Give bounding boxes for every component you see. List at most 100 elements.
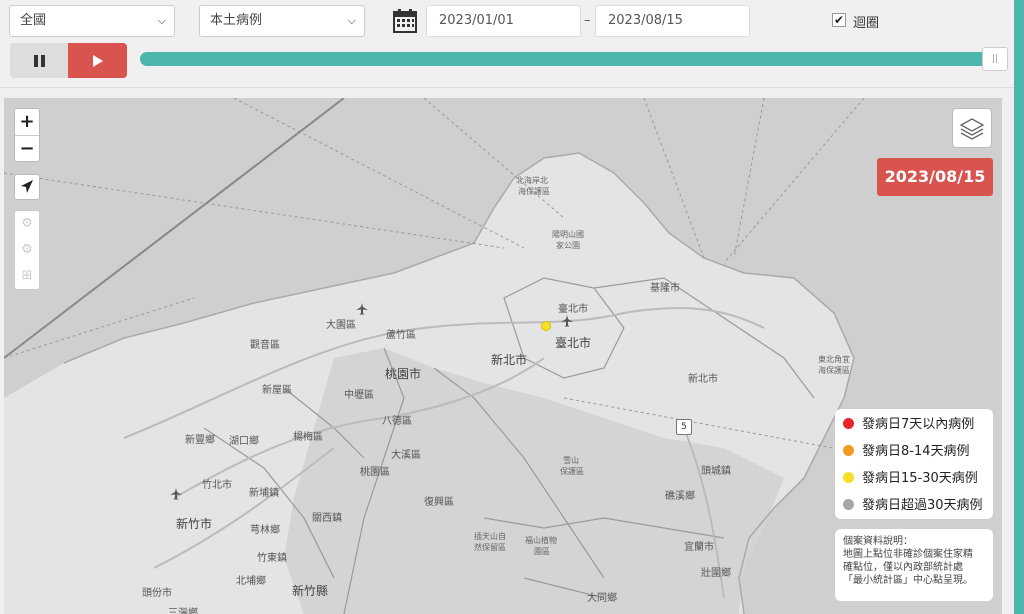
legend: 發病日7天以內病例 發病日8-14天病例 發病日15-30天病例 發病日超過30… [835,409,993,519]
pause-icon [34,55,45,67]
label-qionglin: 芎林鄉 [250,525,280,536]
label-northeast-1: 東北角宜 [818,355,850,364]
crop-icon[interactable]: ⊞ [15,263,39,289]
label-northeast-2: 海保護區 [818,366,850,375]
gears-icon[interactable]: ⚙ [15,237,39,263]
label-yilan-city: 宜蘭市 [684,542,714,553]
airport-icon [561,315,573,327]
airport-icon [356,303,368,315]
locate-button[interactable] [14,174,40,200]
legend-dot-red [843,418,854,429]
region-select[interactable]: 全國 ⌵ [9,5,175,37]
note-line: 地圖上點位非確診個案住家精 [843,549,973,560]
layers-button[interactable] [952,108,992,148]
label-xueshan-2: 保護區 [560,467,584,476]
label-keelung: 基隆市 [650,283,680,294]
label-chatian-2: 然保留區 [474,543,506,552]
map-view[interactable]: 新北市 臺北市 臺北市 桃園市 基隆市 新北市 桃園區 大園區 蘆竹區 觀音區 … [4,98,1002,614]
start-date-value: 2023/01/01 [439,13,514,28]
label-datong: 大同鄉 [587,593,617,604]
control-bar: 全國 ⌵ 本土病例 ⌵ 2023/01/01 – 2023/08/15 ✔ 迴圈 [0,0,1016,88]
legend-item: 發病日7天以內病例 [843,415,974,435]
label-zhuangwei: 壯圍鄉 [701,568,731,579]
label-new-taipei: 新北市 [491,353,528,367]
highway-shield: 5 [676,419,692,435]
page-edge-strip [1014,0,1024,614]
label-sanwan: 三灣鄉 [168,608,198,614]
end-date-value: 2023/08/15 [608,13,683,28]
label-dayuan: 大園區 [326,320,356,331]
label-zhongli: 中壢區 [344,390,374,401]
start-date-input[interactable]: 2023/01/01 [426,5,581,37]
label-taoyuan-city: 桃園市 [385,367,422,381]
note-line: 個案資料說明： [843,536,913,547]
label-taipei-city-top: 臺北市 [558,304,588,315]
legend-item: 發病日8-14天病例 [843,442,970,462]
label-toucheng: 頭城鎮 [701,466,731,477]
date-separator: – [584,13,591,28]
label-yangming-1: 陽明山國 [552,230,584,239]
label-yangmei: 楊梅區 [293,432,323,443]
gear-icon[interactable]: ⚙ [15,211,39,237]
play-icon [93,55,103,67]
label-daxi: 大溪區 [391,450,421,461]
case-type-select-value: 本土病例 [210,13,263,28]
zoom-in-button[interactable]: + [15,109,39,136]
note-line: 確點位，僅以內政部統計處 [843,562,963,573]
play-button[interactable] [68,43,127,78]
timeline-slider-track[interactable] [140,52,996,66]
zoom-out-button[interactable]: − [15,136,39,162]
layers-icon [959,118,985,140]
locate-arrow-icon [21,180,33,193]
label-yangming-2: 家公園 [556,241,580,250]
case-marker[interactable] [541,321,551,331]
loop-checkbox[interactable]: ✔ [832,13,846,27]
label-guanyin: 觀音區 [250,340,280,351]
zoom-control: + − [14,108,40,162]
label-xinwu: 新屋區 [262,385,292,396]
label-xueshan-1: 雪山 [563,456,579,465]
label-guanxi: 關西鎮 [312,513,342,524]
label-hsinchu-county: 新竹縣 [292,584,329,598]
label-chatian-1: 插天山自 [474,532,506,541]
tool-control: ⚙ ⚙ ⊞ [14,210,40,290]
highway-number: 5 [681,422,687,432]
label-fushan-1: 福山植物 [525,536,557,545]
divider [0,87,1014,88]
legend-label: 發病日7天以內病例 [862,417,975,432]
label-fushan-2: 園區 [534,547,550,556]
label-bade: 八德區 [382,416,412,427]
legend-dot-orange [843,445,854,456]
legend-dot-gray [843,499,854,510]
loop-label: 迴圈 [853,16,880,31]
note-line: 「最小統計區」中心點呈現。 [843,575,973,586]
label-north-coast-2: 海保護區 [518,187,550,196]
label-xinpu: 新埔鎮 [249,488,279,499]
legend-label: 發病日8-14天病例 [862,444,970,459]
label-taipei-city: 臺北市 [555,336,592,350]
label-north-coast: 北海岸北 [516,176,548,185]
data-note: 個案資料說明： 地圖上點位非確診個案住家精 確點位，僅以內政部統計處 「最小統計… [835,529,993,601]
label-taoyuan-district: 桃園區 [360,467,390,478]
case-type-select[interactable]: 本土病例 ⌵ [199,5,365,37]
label-toufen: 頭份市 [142,588,172,599]
calendar-icon[interactable] [392,8,418,34]
chevron-down-icon: ⌵ [157,14,166,27]
airport-icon [170,488,182,500]
label-xinfeng: 新豐鄉 [185,435,215,446]
legend-item: 發病日超過30天病例 [843,496,983,516]
label-hukou: 湖口鄉 [229,436,259,447]
legend-label: 發病日15-30天病例 [862,471,978,486]
legend-item: 發病日15-30天病例 [843,469,978,489]
label-zhudong: 竹東鎮 [257,553,287,564]
region-select-value: 全國 [20,13,47,28]
end-date-input[interactable]: 2023/08/15 [595,5,750,37]
pause-button[interactable] [10,43,68,78]
timeline-slider-handle[interactable]: || [982,47,1008,71]
label-fuxing: 復興區 [424,497,454,508]
label-new-taipei-east: 新北市 [688,374,718,385]
label-zhubei: 竹北市 [202,480,232,491]
label-beipu: 北埔鄉 [236,576,266,587]
label-luzhu: 蘆竹區 [386,330,416,341]
legend-label: 發病日超過30天病例 [862,498,983,513]
